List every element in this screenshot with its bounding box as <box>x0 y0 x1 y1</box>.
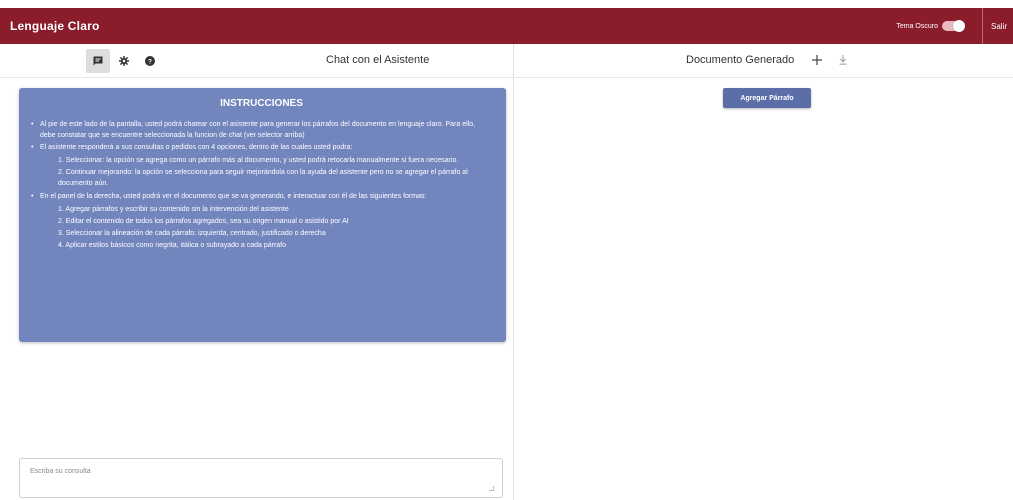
instruction-sublist: 1. Seleccionar: la opción se agrega como… <box>40 155 492 189</box>
document-panel-title: Documento Generado <box>686 54 795 66</box>
instructions-title: INSTRUCCIONES <box>220 98 303 109</box>
instruction-item: En el panel de la derecha, usted podrá v… <box>31 191 492 251</box>
download-button[interactable] <box>837 52 849 68</box>
plus-icon <box>812 55 822 65</box>
instruction-text: El asistente responderá a sus consultas … <box>40 144 353 151</box>
top-bar-actions: Tema Oscuro Salir <box>896 8 1013 44</box>
toggle-knob <box>952 20 965 32</box>
instruction-sublist: 1. Agregar párrafos y escribir su conten… <box>40 204 492 251</box>
help-icon: ? <box>145 56 155 66</box>
query-box <box>19 458 503 498</box>
app-root: Lenguaje Claro Tema Oscuro Salir ? Chat … <box>0 0 1013 500</box>
document-panel: Documento Generado Agregar Párrafo <box>515 44 1013 500</box>
theme-toggle-switch[interactable] <box>941 20 965 32</box>
svg-text:?: ? <box>148 58 152 65</box>
query-input[interactable] <box>20 459 502 497</box>
chat-panel: ? Chat con el Asistente INSTRUCCIONES Al… <box>0 44 514 500</box>
instruction-text: Al pie de este lado de la pantalla, uste… <box>40 121 476 139</box>
chat-panel-header: ? Chat con el Asistente <box>0 44 513 78</box>
settings-mode-button[interactable] <box>112 49 136 73</box>
top-bar: Lenguaje Claro Tema Oscuro Salir <box>0 8 1013 44</box>
instruction-text: En el panel de la derecha, usted podrá v… <box>40 193 427 200</box>
chat-icon <box>93 56 103 66</box>
instructions-card: INSTRUCCIONES Al pie de este lado de la … <box>19 88 506 342</box>
instruction-item: Al pie de este lado de la pantalla, uste… <box>31 119 492 141</box>
instructions-list: Al pie de este lado de la pantalla, uste… <box>31 119 492 251</box>
instruction-subitem: 1. Seleccionar: la opción se agrega como… <box>58 157 459 164</box>
instruction-subitem: 1. Agregar párrafos y escribir su conten… <box>58 206 289 213</box>
app-title: Lenguaje Claro <box>10 19 100 33</box>
instruction-subitem: 3. Seleccionar la alineación de cada pár… <box>58 230 326 237</box>
chat-panel-title: Chat con el Asistente <box>326 54 430 66</box>
instruction-subitem: 2. Editar el contenido de todos los párr… <box>58 218 349 225</box>
instruction-item: El asistente responderá a sus consultas … <box>31 142 492 189</box>
logout-button[interactable]: Salir <box>983 22 1013 31</box>
resize-grip-icon[interactable] <box>489 486 494 491</box>
mode-selector: ? <box>86 48 164 74</box>
theme-toggle-label: Tema Oscuro <box>896 22 938 30</box>
gear-icon <box>119 56 129 66</box>
add-document-button[interactable] <box>810 51 824 69</box>
instruction-subitem: 2. Continuar mejorando: la opción se sel… <box>58 169 468 187</box>
add-paragraph-button[interactable]: Agregar Párrafo <box>723 88 811 108</box>
chat-mode-button[interactable] <box>86 49 110 73</box>
document-panel-header: Documento Generado <box>515 44 1013 78</box>
download-icon <box>839 55 847 65</box>
instruction-subitem: 4. Aplicar estilos básicos como negrita,… <box>58 242 287 249</box>
help-mode-button[interactable]: ? <box>138 49 162 73</box>
